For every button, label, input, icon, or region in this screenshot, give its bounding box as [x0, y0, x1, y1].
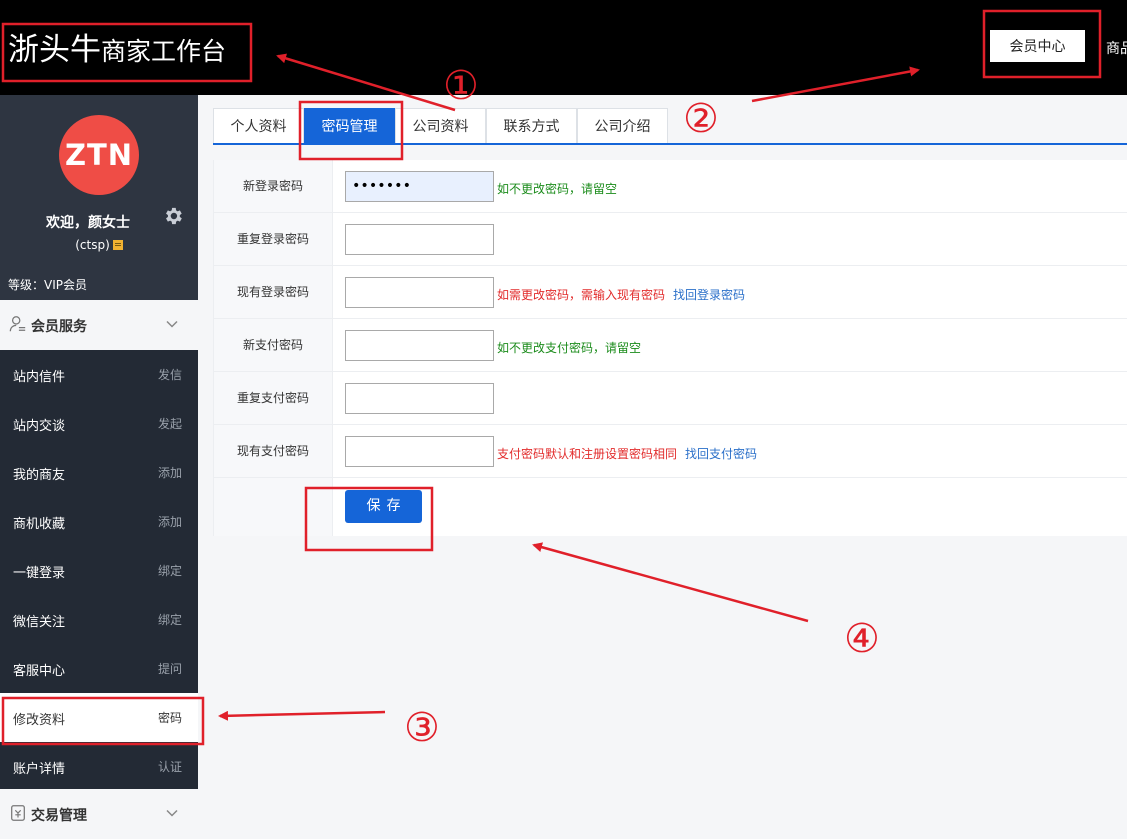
tab-contact[interactable]: 联系方式 [486, 108, 577, 144]
annotation-number-4: ④ [844, 616, 880, 662]
field-hint: 支付密码默认和注册设置密码相同 找回支付密码 [497, 445, 757, 462]
chevron-down-icon [166, 809, 178, 817]
tab-company-intro[interactable]: 公司介绍 [577, 108, 668, 144]
sidebar-item-friends[interactable]: 我的商友 添加 [0, 448, 198, 497]
section-trade-management[interactable]: 交易管理 [0, 789, 198, 839]
field-hint: 如不更改密码，请留空 [497, 180, 617, 197]
sidebar-item-action[interactable]: 添加 [158, 464, 182, 481]
profile-card: ZTN 欢迎，颜女士 (ctsp) 等级：VIP会员 [0, 95, 198, 300]
form-row-new-pay-password: 新支付密码 如不更改支付密码，请留空 [213, 319, 1127, 372]
trade-icon [11, 805, 25, 821]
form-row-actions: 保存 [213, 478, 1127, 536]
field-label: 新支付密码 [213, 319, 333, 371]
field-label-empty [213, 478, 333, 536]
sidebar: ZTN 欢迎，颜女士 (ctsp) 等级：VIP会员 会员服务 站内信件 发信 … [0, 95, 198, 839]
sidebar-item-favorites[interactable]: 商机收藏 添加 [0, 497, 198, 546]
sidebar-item-action[interactable]: 提问 [158, 660, 182, 677]
sidebar-item-label: 站内交谈 [13, 419, 66, 434]
brand-title[interactable]: 浙头牛商家工作台 [8, 30, 226, 72]
field-label: 新登录密码 [213, 160, 333, 212]
new-login-password-input[interactable]: ••••••• [345, 171, 494, 202]
section-trade-label: 交易管理 [31, 808, 87, 824]
annotation-number-2: ② [683, 96, 719, 142]
recover-login-password-link[interactable]: 找回登录密码 [673, 288, 745, 302]
username: (ctsp) [0, 238, 198, 252]
field-label: 重复登录密码 [213, 213, 333, 265]
sidebar-item-action[interactable]: 发信 [158, 366, 182, 383]
header-nav-products[interactable]: 商品 [1106, 38, 1127, 58]
sidebar-item-label: 修改资料 [13, 713, 66, 728]
sidebar-item-label: 客服中心 [13, 664, 66, 679]
sidebar-item-chat[interactable]: 站内交谈 发起 [0, 399, 198, 448]
current-login-password-input[interactable] [345, 277, 494, 308]
sidebar-item-action[interactable]: 密码 [158, 709, 182, 726]
sidebar-item-label: 账户详情 [13, 762, 66, 777]
field-hint: 如需更改密码，需输入现有密码 找回登录密码 [497, 286, 745, 303]
form-row-new-login-password: 新登录密码 ••••••• 如不更改密码，请留空 [213, 160, 1127, 213]
welcome-text: 欢迎，颜女士 [46, 215, 130, 231]
brand-name: 浙头牛 [8, 32, 101, 68]
field-label: 重复支付密码 [213, 372, 333, 424]
sidebar-item-action[interactable]: 添加 [158, 513, 182, 530]
field-label: 现有支付密码 [213, 425, 333, 477]
field-hint-text: 如需更改密码，需输入现有密码 [497, 288, 666, 302]
annotation-number-1: ① [443, 63, 479, 109]
sidebar-item-action[interactable]: 发起 [158, 415, 182, 432]
sidebar-item-action[interactable]: 认证 [158, 758, 182, 775]
password-form: 新登录密码 ••••••• 如不更改密码，请留空 重复登录密码 现有登录密码 如… [213, 160, 1127, 536]
form-row-current-login-password: 现有登录密码 如需更改密码，需输入现有密码 找回登录密码 [213, 266, 1127, 319]
member-center-button[interactable]: 会员中心 [990, 30, 1085, 62]
form-row-repeat-pay-password: 重复支付密码 [213, 372, 1127, 425]
sidebar-item-wechat[interactable]: 微信关注 绑定 [0, 595, 198, 644]
sidebar-item-label: 微信关注 [13, 615, 66, 630]
sidebar-item-account[interactable]: 账户详情 认证 [0, 742, 198, 791]
avatar[interactable]: ZTN [59, 115, 139, 195]
user-icon [9, 316, 26, 332]
new-pay-password-input[interactable] [345, 330, 494, 361]
field-hint-text: 支付密码默认和注册设置密码相同 [497, 447, 678, 461]
form-row-repeat-login-password: 重复登录密码 [213, 213, 1127, 266]
section-member-label: 会员服务 [31, 319, 87, 335]
tab-personal-info[interactable]: 个人资料 [213, 108, 304, 144]
chevron-down-icon [166, 320, 178, 328]
tab-password[interactable]: 密码管理 [304, 108, 395, 144]
tab-underline [213, 143, 1127, 145]
recover-pay-password-link[interactable]: 找回支付密码 [685, 447, 757, 461]
note-icon[interactable] [112, 240, 123, 250]
tab-company-info[interactable]: 公司资料 [395, 108, 486, 144]
top-header: 浙头牛商家工作台 会员中心 商品 [0, 0, 1127, 95]
brand-subtitle: 商家工作台 [101, 37, 227, 66]
sidebar-item-action[interactable]: 绑定 [158, 562, 182, 579]
sidebar-item-label: 站内信件 [13, 370, 66, 385]
sidebar-item-messages[interactable]: 站内信件 发信 [0, 350, 198, 399]
field-label: 现有登录密码 [213, 266, 333, 318]
sidebar-item-quick-login[interactable]: 一键登录 绑定 [0, 546, 198, 595]
form-row-current-pay-password: 现有支付密码 支付密码默认和注册设置密码相同 找回支付密码 [213, 425, 1127, 478]
field-hint-text: 如不更改密码，请留空 [497, 182, 618, 196]
repeat-login-password-input[interactable] [345, 224, 494, 255]
section-member-services[interactable]: 会员服务 [0, 300, 198, 350]
username-text: (ctsp) [75, 238, 110, 252]
arrow-to-save [532, 542, 809, 623]
sidebar-item-label: 一键登录 [13, 566, 66, 581]
field-hint-text: 如不更改支付密码，请留空 [497, 341, 642, 355]
member-level: 等级：VIP会员 [8, 278, 87, 292]
annotation-number-3: ③ [404, 705, 440, 751]
arrow-to-edit-profile [218, 710, 386, 721]
current-pay-password-input[interactable] [345, 436, 494, 467]
sidebar-item-label: 我的商友 [13, 468, 66, 483]
gear-icon[interactable] [162, 205, 184, 227]
sidebar-item-edit-profile[interactable]: 修改资料 密码 [0, 693, 198, 742]
save-button[interactable]: 保存 [345, 490, 422, 523]
sidebar-item-action[interactable]: 绑定 [158, 611, 182, 628]
sidebar-item-support[interactable]: 客服中心 提问 [0, 644, 198, 693]
sidebar-item-label: 商机收藏 [13, 517, 66, 532]
field-hint: 如不更改支付密码，请留空 [497, 339, 641, 356]
repeat-pay-password-input[interactable] [345, 383, 494, 414]
